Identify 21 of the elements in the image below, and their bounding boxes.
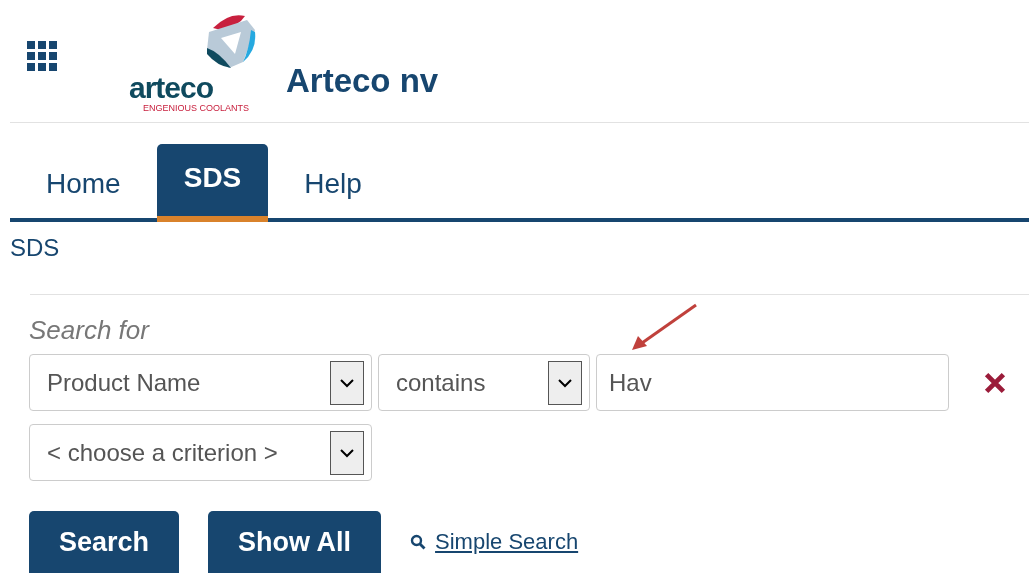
dropdown[interactable]: < choose a criterion > — [29, 424, 372, 481]
caret-icon — [548, 360, 582, 405]
action-button[interactable]: Search — [29, 511, 180, 573]
logo-tagline: ENGENIOUS COOLANTS — [143, 103, 250, 113]
site-title: Arteco nv — [286, 62, 439, 100]
search-heading: Search for — [29, 315, 149, 346]
dropdown[interactable]: contains — [378, 354, 590, 411]
action-button[interactable]: Show All — [208, 511, 382, 573]
nav-tab[interactable]: Help — [268, 168, 398, 218]
caret-icon — [330, 360, 364, 405]
remove-icon[interactable] — [983, 370, 1007, 395]
value-field[interactable]: Hav — [596, 354, 949, 411]
search-icon — [410, 534, 427, 550]
nav-tab[interactable]: SDS — [156, 144, 269, 222]
apps-grid-icon[interactable] — [27, 41, 57, 71]
dropdown[interactable]: Product Name — [29, 354, 372, 411]
caret-icon — [330, 430, 364, 475]
simple-search-link[interactable]: Simple Search — [435, 529, 579, 555]
nav-tab[interactable]: Home — [10, 168, 157, 218]
logo-wordmark: arteco — [129, 72, 214, 104]
breadcrumb-link[interactable]: SDS — [10, 234, 1029, 262]
